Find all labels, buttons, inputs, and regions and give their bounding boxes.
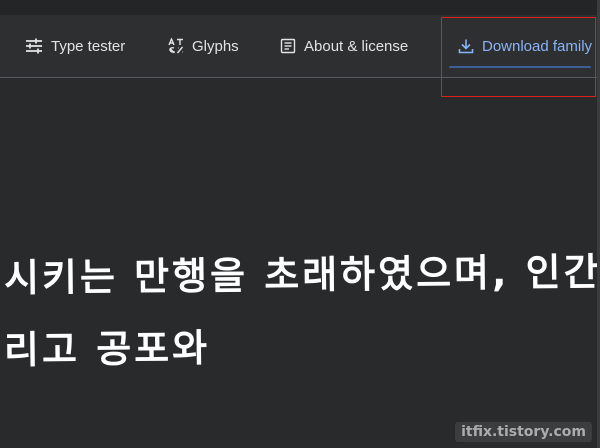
preview-text-line-1: 시키는 만행을 초래하였으며, 인간: [3, 249, 600, 301]
watermark: itfix.tistory.com: [455, 422, 592, 442]
preview-text-line-2: 리고 공포와: [3, 325, 211, 373]
article-icon: [280, 38, 296, 54]
nav-about-license-label: About & license: [304, 37, 409, 55]
tune-icon: [26, 38, 42, 54]
nav-type-tester-label: Type tester: [51, 37, 126, 55]
nav-about-license[interactable]: About & license: [280, 15, 408, 77]
download-icon: [458, 39, 474, 54]
glyphs-icon: [168, 38, 184, 54]
window-top-strip: [0, 0, 600, 15]
download-family-label: Download family: [482, 37, 593, 55]
focus-underline: [449, 66, 591, 68]
nav-type-tester[interactable]: Type tester: [25, 15, 125, 77]
nav-glyphs-label: Glyphs: [192, 37, 239, 55]
nav-glyphs[interactable]: Glyphs: [168, 15, 239, 77]
font-nav-bar: Type tester Glyphs About & license Downl…: [0, 15, 600, 78]
